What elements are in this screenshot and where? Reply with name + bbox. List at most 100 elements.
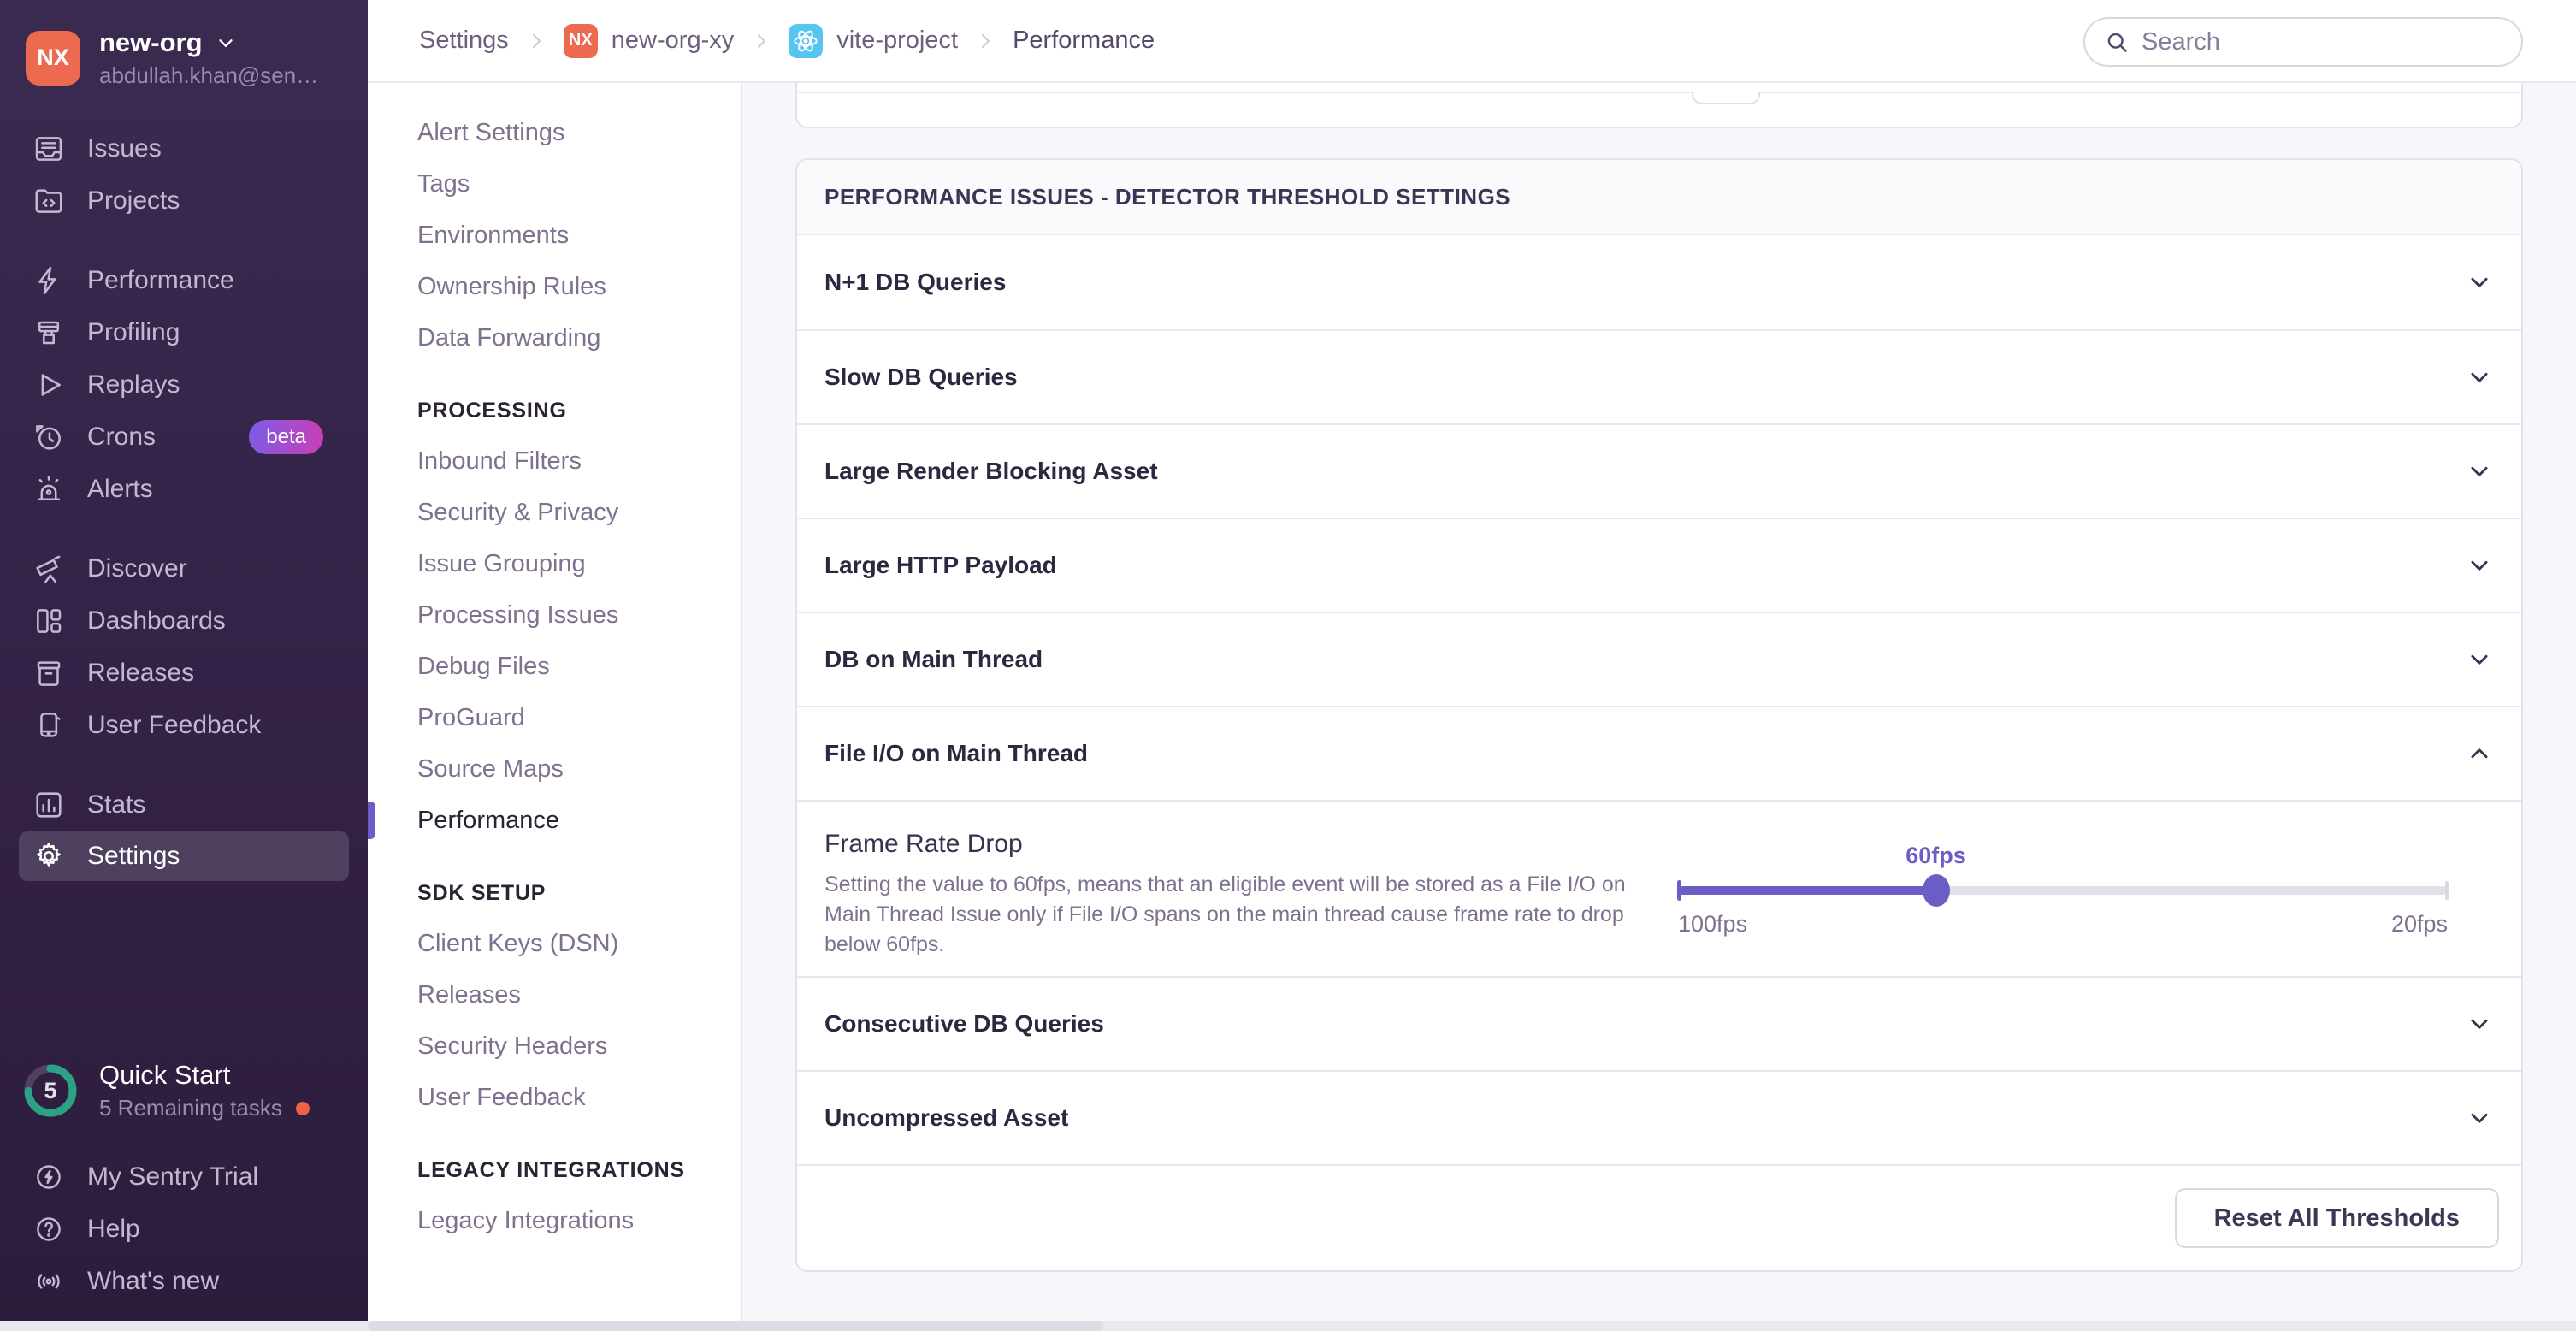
replays-icon xyxy=(32,369,65,401)
user-feedback-icon xyxy=(32,709,65,742)
search-box[interactable] xyxy=(2083,17,2523,67)
settings-nav-item-performance[interactable]: Performance xyxy=(368,795,741,846)
settings-nav-label: Releases xyxy=(417,981,521,1009)
org-switcher[interactable]: NX new-org abdullah.khan@sen… xyxy=(0,0,368,89)
setting-description: Setting the value to 60fps, means that a… xyxy=(824,870,1671,960)
reset-all-thresholds-button[interactable]: Reset All Thresholds xyxy=(2175,1188,2499,1248)
settings-nav-item-tags[interactable]: Tags xyxy=(368,158,741,210)
quick-start-progress-ring: 5 xyxy=(22,1062,79,1119)
settings-nav-item-ownership-rules[interactable]: Ownership Rules xyxy=(368,261,741,312)
sidebar-item-stats[interactable]: Stats xyxy=(0,779,368,831)
sidebar-item-profiling[interactable]: Profiling xyxy=(0,307,368,359)
performance-icon xyxy=(32,264,65,297)
settings-nav-item-proguard[interactable]: ProGuard xyxy=(368,692,741,743)
settings-nav-item-debug-files[interactable]: Debug Files xyxy=(368,641,741,692)
search-input[interactable] xyxy=(2142,28,2502,56)
top-bar: SettingsNXnew-org-xyvite-projectPerforma… xyxy=(368,0,2576,83)
sidebar-item-settings[interactable]: Settings xyxy=(19,831,349,881)
projects-icon xyxy=(32,185,65,217)
quick-start-count: 5 xyxy=(22,1062,79,1119)
settings-nav-label: Security Headers xyxy=(417,1032,607,1061)
sidebar-item-help[interactable]: Help xyxy=(0,1203,368,1255)
sidebar-item-my-sentry-trial[interactable]: My Sentry Trial xyxy=(0,1151,368,1203)
nav-section-header-sdk-setup: SDK SETUP xyxy=(368,868,741,918)
expanded-detector-settings: Frame Rate DropSetting the value to 60fp… xyxy=(797,800,2521,976)
slider-thumb[interactable] xyxy=(1923,874,1950,907)
settings-nav-item-client-keys-dsn[interactable]: Client Keys (DSN) xyxy=(368,918,741,969)
sidebar: NX new-org abdullah.khan@sen… IssuesProj… xyxy=(0,0,368,1331)
breadcrumb-settings[interactable]: Settings xyxy=(419,27,509,55)
detector-row-large-render-blocking-asset[interactable]: Large Render Blocking Asset xyxy=(797,423,2521,518)
settings-nav-label: Source Maps xyxy=(417,755,564,784)
detector-row-db-on-main-thread[interactable]: DB on Main Thread xyxy=(797,612,2521,706)
slider-track[interactable] xyxy=(1678,886,2448,895)
settings-nav-item-source-maps[interactable]: Source Maps xyxy=(368,743,741,795)
sidebar-item-dashboards[interactable]: Dashboards xyxy=(0,595,368,648)
settings-nav-item-processing-issues[interactable]: Processing Issues xyxy=(368,589,741,641)
settings-nav-item-inbound-filters[interactable]: Inbound Filters xyxy=(368,435,741,487)
sidebar-item-label: User Feedback xyxy=(87,711,261,740)
breadcrumb: SettingsNXnew-org-xyvite-projectPerforma… xyxy=(368,24,1155,58)
sidebar-item-releases[interactable]: Releases xyxy=(0,648,368,700)
sidebar-item-issues[interactable]: Issues xyxy=(0,123,368,175)
detector-row-slow-db-queries[interactable]: Slow DB Queries xyxy=(797,329,2521,423)
sidebar-item-label: My Sentry Trial xyxy=(87,1162,258,1192)
horizontal-scrollbar-thumb[interactable] xyxy=(368,1321,1103,1331)
frame-rate-slider: 60fps 100fps 20fps xyxy=(1678,832,2448,947)
detector-row-uncompressed-asset[interactable]: Uncompressed Asset xyxy=(797,1070,2521,1164)
sidebar-item-crons[interactable]: Cronsbeta xyxy=(0,411,368,464)
detector-row-file-i-o-on-main-thread[interactable]: File I/O on Main Thread xyxy=(797,706,2521,800)
settings-nav-label: ProGuard xyxy=(417,704,525,732)
sidebar-nav: IssuesProjects PerformanceProfiling Replay… xyxy=(0,123,368,881)
sidebar-item-alerts[interactable]: Alerts xyxy=(0,464,368,516)
sidebar-item-label: Replays xyxy=(87,370,180,399)
detector-settings-panel: PERFORMANCE ISSUES - DETECTOR THRESHOLD … xyxy=(795,158,2523,1272)
sidebar-item-user-feedback[interactable]: User Feedback xyxy=(0,700,368,752)
releases-icon xyxy=(32,657,65,689)
settings-nav-label: Environments xyxy=(417,222,569,250)
panel-footer: Reset All Thresholds xyxy=(797,1164,2521,1270)
quick-start-widget[interactable]: 5 Quick Start 5 Remaining tasks xyxy=(0,1060,368,1121)
settings-nav-item-security-headers[interactable]: Security Headers xyxy=(368,1020,741,1072)
sidebar-footer: My Sentry Trial HelpWhat's new xyxy=(0,1151,368,1331)
sidebar-item-what-s-new[interactable]: What's new xyxy=(0,1255,368,1307)
chevron-up-icon xyxy=(2467,741,2492,766)
panel-divider xyxy=(797,92,2521,93)
slider-value-label: 60fps xyxy=(1905,843,1966,869)
chevron-down-icon xyxy=(2467,364,2492,390)
settings-nav-item-issue-grouping[interactable]: Issue Grouping xyxy=(368,538,741,589)
detector-row-n-1-db-queries[interactable]: N+1 DB Queries xyxy=(797,235,2521,329)
sidebar-item-discover[interactable]: Discover xyxy=(0,543,368,595)
sidebar-item-performance[interactable]: Performance xyxy=(0,255,368,307)
slider-max-label: 20fps xyxy=(2391,911,2448,938)
breadcrumb-new-org-xy[interactable]: NXnew-org-xy xyxy=(564,24,734,58)
settings-nav-item-legacy-integrations[interactable]: Legacy Integrations xyxy=(368,1195,741,1246)
breadcrumb-label: vite-project xyxy=(836,27,958,55)
settings-nav-item-security-privacy[interactable]: Security & Privacy xyxy=(368,487,741,538)
help-icon xyxy=(32,1213,65,1245)
sidebar-item-replays[interactable]: Replays xyxy=(0,359,368,411)
settings-nav-item-user-feedback[interactable]: User Feedback xyxy=(368,1072,741,1123)
settings-nav-item-releases[interactable]: Releases xyxy=(368,969,741,1020)
alerts-icon xyxy=(32,473,65,506)
detector-row-label: File I/O on Main Thread xyxy=(824,740,1088,767)
nav-section-header-legacy-integrations: LEGACY INTEGRATIONS xyxy=(368,1145,741,1195)
settings-nav-label: Alert Settings xyxy=(417,119,564,147)
horizontal-scrollbar[interactable] xyxy=(0,1321,2576,1331)
detector-row-label: Large Render Blocking Asset xyxy=(824,458,1158,485)
stats-icon xyxy=(32,789,65,821)
sidebar-item-label: Dashboards xyxy=(87,606,226,636)
collapse-handle[interactable] xyxy=(1692,92,1760,104)
detector-row-large-http-payload[interactable]: Large HTTP Payload xyxy=(797,518,2521,612)
sidebar-item-projects[interactable]: Projects xyxy=(0,175,368,228)
settings-nav-item-data-forwarding[interactable]: Data Forwarding xyxy=(368,312,741,364)
detector-row-label: Slow DB Queries xyxy=(824,364,1018,391)
settings-nav-item-environments[interactable]: Environments xyxy=(368,210,741,261)
sidebar-item-label: Releases xyxy=(87,659,194,688)
settings-nav-item-alert-settings[interactable]: Alert Settings xyxy=(368,107,741,158)
breadcrumb-vite-project[interactable]: vite-project xyxy=(789,24,958,58)
settings-nav-label: Inbound Filters xyxy=(417,447,582,476)
breadcrumb-separator-icon xyxy=(751,31,771,51)
slider-min-label: 100fps xyxy=(1678,911,1747,938)
detector-row-consecutive-db-queries[interactable]: Consecutive DB Queries xyxy=(797,976,2521,1070)
